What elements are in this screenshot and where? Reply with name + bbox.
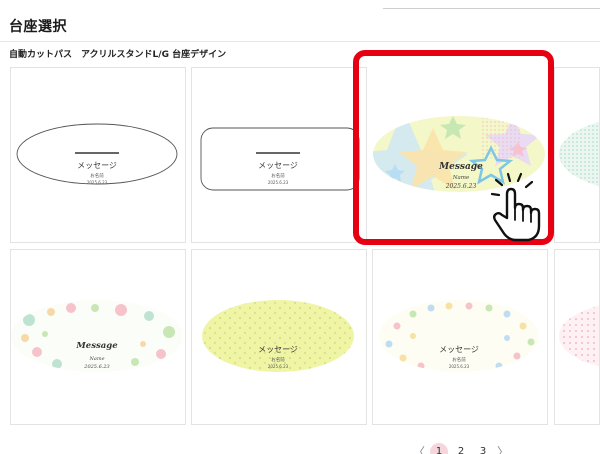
card-message: メッセージ bbox=[439, 345, 479, 354]
base-design-card-plain-rect[interactable]: メッセージ お名前 2025.6.23 bbox=[191, 67, 367, 243]
card-message: メッセージ bbox=[77, 161, 117, 170]
card-date: 2025.6.23 bbox=[445, 183, 477, 190]
top-divider bbox=[383, 8, 600, 9]
base-design-card-flower-oval[interactable]: Message Name 2025.6.23 bbox=[10, 249, 186, 425]
base-design-card-yellow-oval[interactable]: メッセージ お名前 2025.6.23 bbox=[191, 249, 367, 425]
chevron-left-icon[interactable]: 〈 bbox=[412, 443, 426, 454]
card-date: 2025.6.23 bbox=[449, 364, 470, 369]
card-date: 2025.6.23 bbox=[268, 364, 289, 369]
card-message: Message bbox=[75, 341, 118, 351]
page-title: 台座選択 bbox=[9, 19, 67, 35]
card-name: Name bbox=[452, 175, 470, 181]
base-design-card-dots-oval[interactable]: メッセージ お名前 2025.6.23 bbox=[372, 249, 548, 425]
base-design-card-star-oval[interactable]: Message Name 2025.6.23 bbox=[372, 67, 548, 243]
section-label: 自動カットパス アクリルスタンドL/G 台座デザイン bbox=[9, 50, 227, 60]
base-design-card-plain-oval[interactable]: メッセージ お名前 2025.6.23 bbox=[10, 67, 186, 243]
card-name: お名前 bbox=[271, 356, 285, 363]
card-message: メッセージ bbox=[258, 161, 298, 170]
card-name: お名前 bbox=[271, 172, 285, 179]
base-design-card-partial-2[interactable] bbox=[554, 249, 600, 425]
card-date: 2025.6.23 bbox=[87, 180, 108, 185]
base-design-card-partial[interactable] bbox=[554, 67, 600, 243]
card-name: Name bbox=[88, 356, 104, 362]
page-2-link[interactable]: 2 bbox=[452, 443, 470, 454]
chevron-right-icon[interactable]: 〉 bbox=[496, 443, 510, 454]
card-date: 2025.6.23 bbox=[268, 180, 289, 185]
card-message: メッセージ bbox=[258, 345, 298, 354]
page-3-link[interactable]: 3 bbox=[474, 443, 492, 454]
card-date: 2025.6.23 bbox=[83, 364, 109, 370]
card-message: Message bbox=[438, 162, 483, 172]
card-name: お名前 bbox=[90, 172, 104, 179]
card-name: お名前 bbox=[452, 356, 466, 363]
header-divider bbox=[0, 41, 600, 42]
pagination: 〈 1 2 3 〉 bbox=[412, 441, 510, 454]
page-1-link[interactable]: 1 bbox=[430, 443, 448, 454]
